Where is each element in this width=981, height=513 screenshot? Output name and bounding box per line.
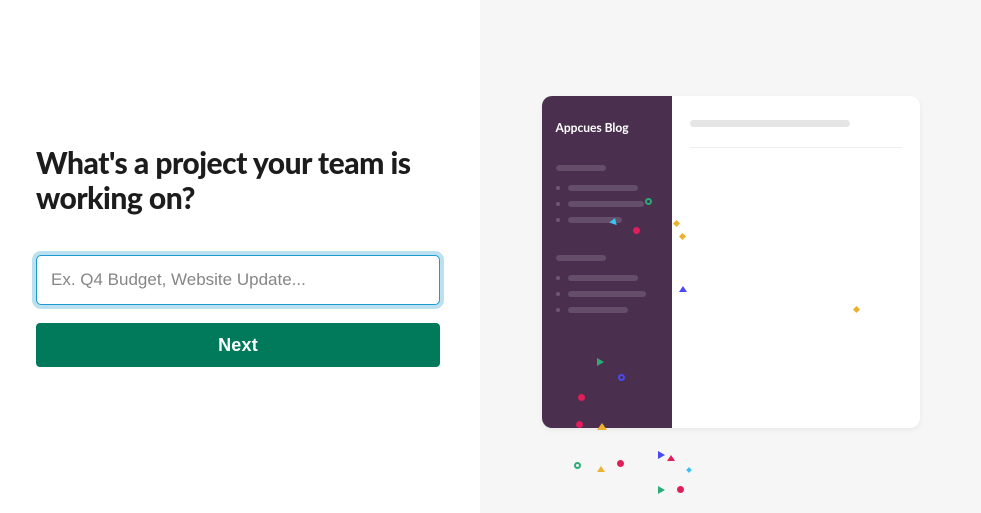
confetti-icon bbox=[686, 467, 692, 473]
preview-header-placeholder bbox=[690, 120, 850, 127]
confetti-icon bbox=[574, 462, 581, 469]
confetti-icon bbox=[645, 198, 652, 205]
sidebar-placeholder-item bbox=[556, 217, 658, 223]
preview-sidebar-group-1 bbox=[556, 165, 658, 223]
form-heading: What's a project your team is working on… bbox=[36, 146, 440, 215]
confetti-icon bbox=[617, 460, 624, 467]
preview-sidebar-title: Appcues Blog bbox=[556, 120, 658, 135]
project-name-input[interactable] bbox=[36, 255, 440, 305]
confetti-icon bbox=[677, 486, 684, 493]
confetti-icon bbox=[576, 421, 583, 428]
confetti-icon bbox=[658, 451, 665, 459]
preview-sidebar-group-2 bbox=[556, 255, 658, 313]
sidebar-placeholder-item bbox=[556, 291, 658, 297]
preview-sidebar: Appcues Blog bbox=[542, 96, 672, 428]
confetti-icon bbox=[578, 394, 585, 401]
sidebar-placeholder-line bbox=[556, 165, 606, 171]
confetti-icon bbox=[658, 486, 665, 494]
confetti-icon bbox=[597, 423, 607, 430]
preview-panel: Appcues Blog bbox=[480, 0, 981, 513]
preview-main bbox=[672, 96, 920, 428]
confetti-icon bbox=[597, 358, 604, 366]
form-panel: What's a project your team is working on… bbox=[0, 0, 480, 513]
app-preview: Appcues Blog bbox=[542, 96, 920, 428]
sidebar-placeholder-item bbox=[556, 275, 658, 281]
confetti-icon bbox=[597, 466, 605, 472]
confetti-icon bbox=[618, 374, 625, 381]
confetti-icon bbox=[667, 455, 675, 461]
project-input-wrapper bbox=[36, 255, 440, 305]
next-button[interactable]: Next bbox=[36, 323, 440, 367]
confetti-icon bbox=[633, 227, 640, 234]
sidebar-placeholder-item bbox=[556, 185, 658, 191]
sidebar-placeholder-item bbox=[556, 307, 658, 313]
confetti-icon bbox=[679, 286, 687, 292]
sidebar-placeholder-item bbox=[556, 201, 658, 207]
preview-divider bbox=[690, 147, 902, 148]
sidebar-placeholder-line bbox=[556, 255, 606, 261]
